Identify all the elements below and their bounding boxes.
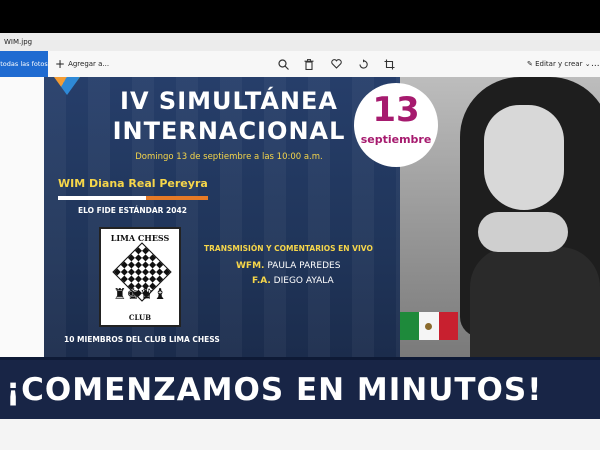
left-strip [0, 77, 44, 357]
commentator-1: WFM. PAULA PAREDES [236, 261, 340, 271]
chess-pieces-icon: ♜♚♛♝ [113, 285, 167, 303]
plus-icon: + [55, 57, 66, 71]
commentator-2-role: F.A. [252, 276, 271, 286]
crop-icon[interactable] [383, 58, 395, 70]
window-title-bar: WIM.jpg [0, 33, 600, 51]
heart-icon[interactable] [330, 58, 342, 70]
flag-red-stripe [438, 312, 458, 340]
flag-emblem-icon [425, 322, 433, 330]
flag-green-stripe [400, 312, 420, 340]
bottom-bar [0, 419, 600, 450]
all-photos-label: todas las fotos [0, 60, 48, 68]
flag-white-stripe [419, 312, 439, 340]
divider-white [58, 196, 146, 200]
photo-face [484, 105, 564, 210]
club-logo-word: CLUB [128, 313, 152, 322]
date-badge: 13 septiembre [354, 83, 438, 167]
add-to-button[interactable]: + Agregar a... [55, 51, 109, 77]
edit-create-button[interactable]: ✎ Editar y crear ⌄ [527, 51, 591, 77]
edit-create-icon: ✎ [527, 60, 536, 68]
player-elo: ELO FIDE ESTÁNDAR 2042 [78, 206, 187, 215]
rotate-icon[interactable] [357, 58, 369, 70]
event-poster-image: IV SIMULTÁNEA INTERNACIONAL Domingo 13 d… [44, 77, 600, 357]
poster-title-line1: IV SIMULTÁNEA [120, 87, 338, 115]
zoom-icon[interactable] [277, 58, 289, 70]
club-members-text: 10 MIEMBROS DEL CLUB LIMA CHESS [64, 335, 220, 344]
all-photos-button[interactable]: todas las fotos [0, 51, 48, 77]
photo-toolbar: todas las fotos + Agregar a... ✎ Editar y… [0, 51, 600, 78]
commentator-2: F.A. DIEGO AYALA [252, 276, 334, 286]
starting-soon-banner: ¡COMENZAMOS EN MINUTOS! [0, 357, 600, 422]
delete-icon[interactable] [303, 58, 315, 70]
stream-title: TRANSMISIÓN Y COMENTARIOS EN VIVO [204, 244, 373, 253]
commentator-1-role: WFM. [236, 261, 265, 271]
divider-orange [146, 196, 208, 200]
poster-title-line2: INTERNACIONAL [112, 117, 346, 145]
commentator-2-name: DIEGO AYALA [273, 276, 334, 286]
commentator-1-name: PAULA PAREDES [267, 261, 341, 271]
banner-text: ¡COMENZAMOS EN MINUTOS! [6, 372, 543, 408]
photo-hands [478, 212, 568, 252]
more-options-button[interactable]: ... [591, 51, 600, 77]
edit-create-label: Editar y crear [535, 60, 583, 68]
date-badge-month: septiembre [360, 133, 432, 146]
add-to-label: Agregar a... [68, 60, 110, 68]
date-badge-day: 13 [372, 90, 420, 130]
club-logo-name: LIMA CHESS [110, 233, 170, 243]
photo-body [470, 247, 600, 357]
top-black-bar [0, 0, 600, 33]
mexico-flag-icon [400, 312, 458, 340]
window-title: WIM.jpg [4, 38, 33, 46]
player-name: WIM Diana Real Pereyra [58, 177, 208, 190]
club-logo: LIMA CHESS ♜♚♛♝ CLUB [99, 227, 181, 327]
chevron-down-icon: ⌄ [582, 60, 591, 68]
event-date-line: Domingo 13 de septiembre a las 10:00 a.m… [135, 152, 323, 162]
